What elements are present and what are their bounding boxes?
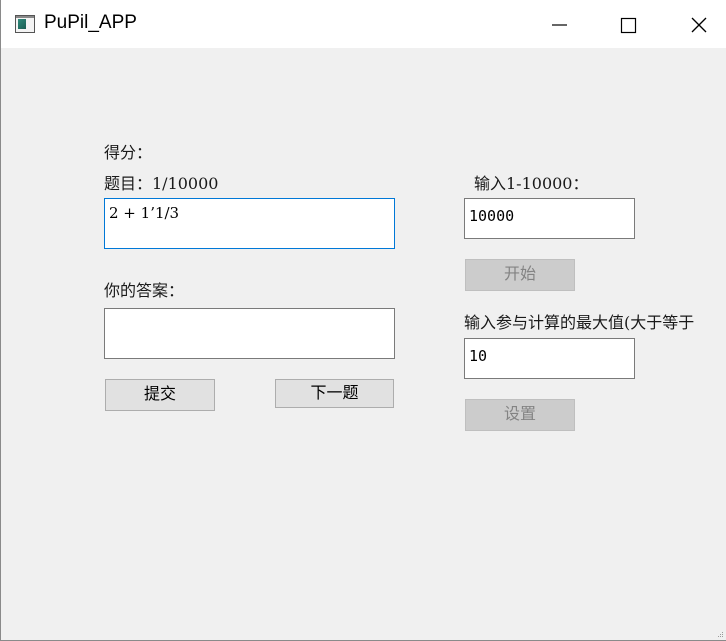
resize-grip-icon[interactable] bbox=[718, 632, 724, 638]
question-counter-label: 题目：1/10000 bbox=[104, 174, 219, 193]
maximize-icon bbox=[620, 17, 637, 34]
count-label: 输入1-10000： bbox=[474, 174, 589, 193]
answer-input[interactable] bbox=[104, 308, 395, 359]
set-button[interactable]: 设置 bbox=[465, 399, 575, 431]
maximize-button[interactable] bbox=[605, 0, 651, 48]
submit-button[interactable]: 提交 bbox=[105, 379, 215, 411]
next-question-button[interactable]: 下一题 bbox=[275, 379, 394, 408]
start-button[interactable]: 开始 bbox=[465, 259, 575, 291]
answer-label: 你的答案： bbox=[104, 281, 185, 300]
question-display[interactable]: 2 + 1’1/3 bbox=[104, 198, 395, 249]
title-bar[interactable]: PuPil_APP bbox=[1, 0, 726, 48]
max-value-label: 输入参与计算的最大值(大于等于 bbox=[464, 313, 695, 332]
max-value-input[interactable]: 10 bbox=[464, 338, 635, 379]
score-label: 得分： bbox=[104, 143, 153, 162]
app-window: PuPil_APP 得分： 题目：1/10000 2 + 1’1/3 你的答案：… bbox=[0, 0, 726, 641]
close-icon bbox=[691, 17, 707, 33]
minimize-button[interactable] bbox=[536, 0, 582, 48]
count-input[interactable]: 10000 bbox=[464, 198, 635, 239]
window-title: PuPil_APP bbox=[44, 12, 137, 33]
app-window-icon bbox=[15, 15, 35, 33]
close-button[interactable] bbox=[675, 0, 721, 48]
minimize-icon bbox=[552, 24, 567, 26]
